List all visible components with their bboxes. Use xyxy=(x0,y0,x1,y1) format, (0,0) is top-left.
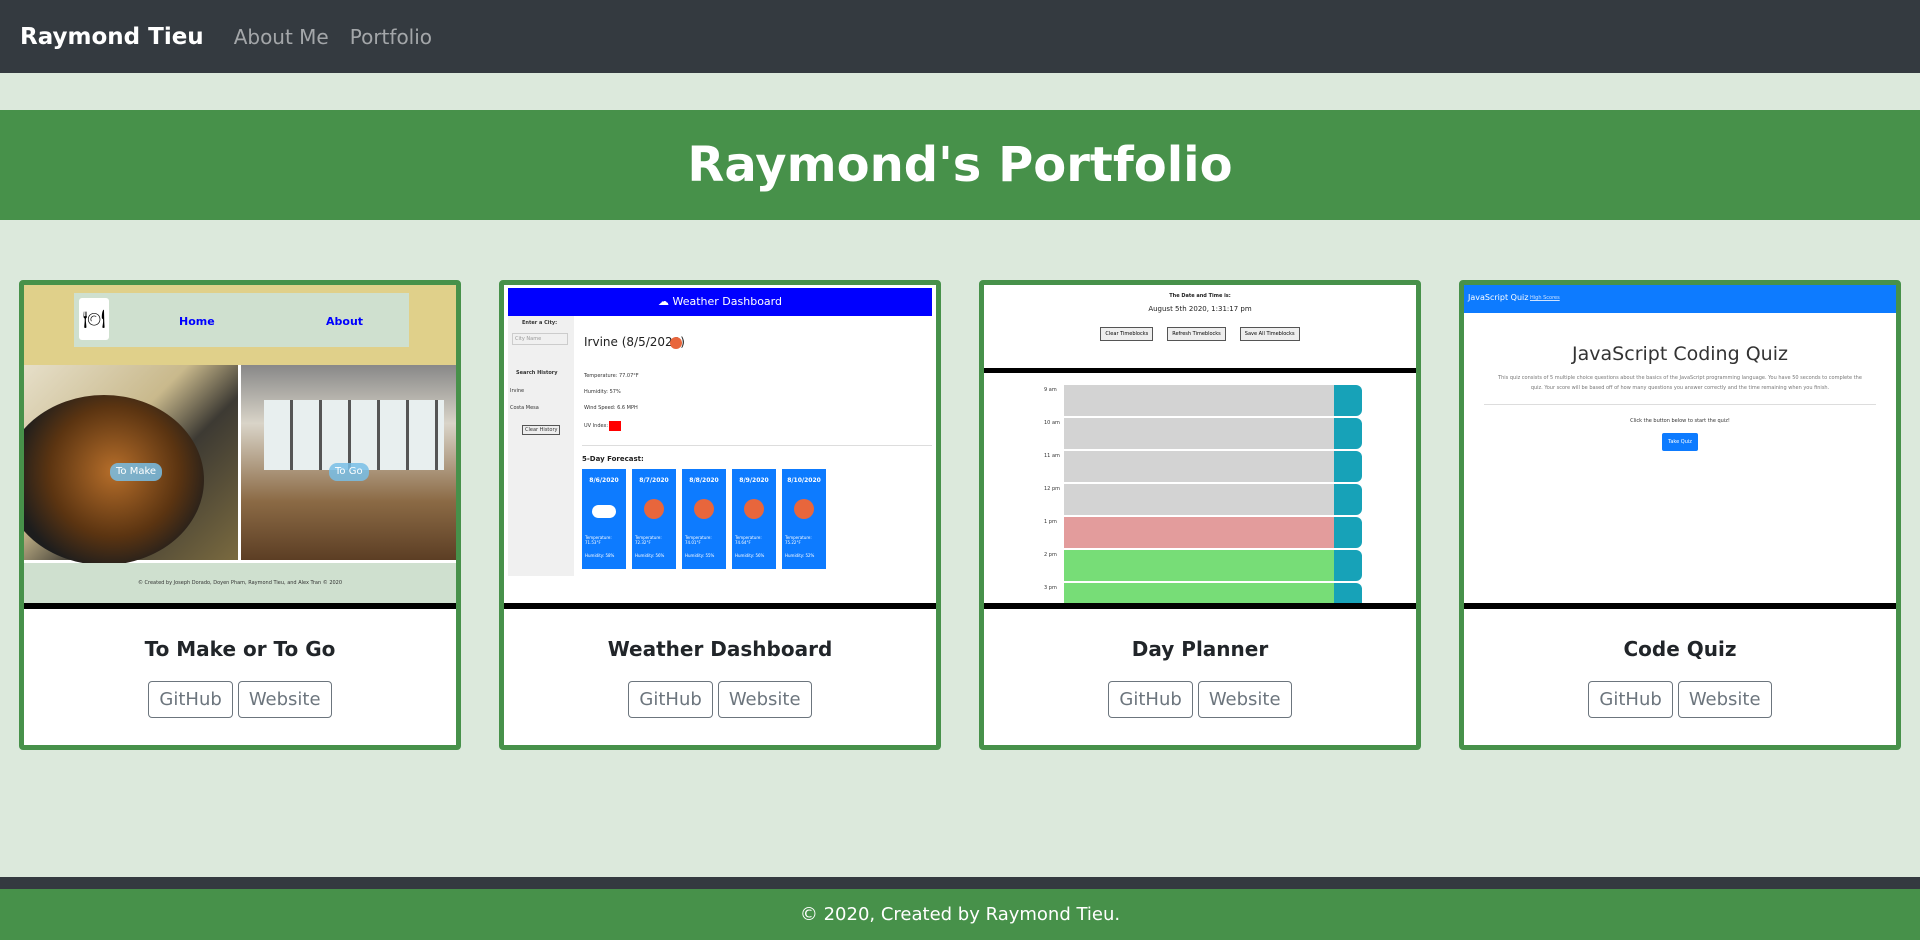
project-screenshot: JavaScript Quiz High Scores JavaScript C… xyxy=(1464,285,1896,607)
navbar: Raymond Tieu About Me Portfolio xyxy=(0,0,1920,73)
thumb-prompt: Click the button below to start the quiz… xyxy=(1630,418,1730,424)
thumb-description: This quiz consists of 5 multiple choice … xyxy=(1498,375,1862,391)
lock-icon xyxy=(1334,385,1362,416)
forecast-card: 8/8/2020 Temperature: 74.01°F Humidity: 5… xyxy=(682,469,726,569)
thumb-stat: Wind Speed: 6.6 MPH xyxy=(584,405,638,411)
hour-label: 10 am xyxy=(1044,420,1060,426)
thumb-to-go-button: To Go xyxy=(329,463,369,481)
website-button[interactable]: Website xyxy=(237,681,332,718)
portfolio-header: Raymond's Portfolio xyxy=(0,110,1920,220)
sun-icon xyxy=(670,337,682,349)
project-title: To Make or To Go xyxy=(144,637,336,661)
thumb-brand: JavaScript Quiz xyxy=(1468,293,1529,302)
cloud-icon xyxy=(592,505,616,518)
project-card-weather-dashboard: ☁ Weather Dashboard Enter a City: City N… xyxy=(499,280,941,750)
footer-divider xyxy=(0,877,1920,889)
forecast-card: 8/9/2020 Temperature: 74.64°F Humidity: 5… xyxy=(732,469,776,569)
footer: © 2020, Created by Raymond Tieu. xyxy=(0,889,1920,940)
hour-label: 1 pm xyxy=(1044,519,1057,525)
lock-icon xyxy=(1334,550,1362,581)
forecast-card: 8/10/2020 Temperature: 75.22°F Humidity: … xyxy=(782,469,826,569)
hour-label: 2 pm xyxy=(1044,552,1057,558)
github-button[interactable]: GitHub xyxy=(1588,681,1673,718)
project-title: Day Planner xyxy=(1131,637,1269,661)
thumb-header: ☁ Weather Dashboard xyxy=(508,288,932,316)
thumb-label: Enter a City: xyxy=(522,320,558,326)
thumb-nav-home: Home xyxy=(179,315,215,328)
nav-link-about-me[interactable]: About Me xyxy=(234,25,329,49)
sun-icon xyxy=(644,499,664,519)
thumb-save-all-button: Save All Timeblocks xyxy=(1239,327,1300,341)
navbar-brand[interactable]: Raymond Tieu xyxy=(20,24,204,50)
thumb-stat: UV Index: xyxy=(584,423,609,429)
hour-label: 3 pm xyxy=(1044,585,1057,591)
logo-icon: 🍽 xyxy=(79,298,109,340)
thumb-label: Search History xyxy=(516,370,558,376)
nav-link-portfolio[interactable]: Portfolio xyxy=(350,25,432,49)
github-button[interactable]: GitHub xyxy=(1108,681,1193,718)
hour-label: 11 am xyxy=(1044,453,1060,459)
project-card-to-make-or-to-go: 🍽 Home About To Make To Go © Created by … xyxy=(19,280,461,750)
project-card-code-quiz: JavaScript Quiz High Scores JavaScript C… xyxy=(1459,280,1901,750)
thumb-title: JavaScript Coding Quiz xyxy=(1572,343,1788,365)
thumb-to-make-button: To Make xyxy=(110,463,163,481)
thumb-high-scores-link: High Scores xyxy=(1530,295,1560,301)
thumb-footer: © Created by Joseph Dorado, Doyen Pham, … xyxy=(24,563,456,603)
page-title: Raymond's Portfolio xyxy=(687,137,1233,193)
hour-label: 9 am xyxy=(1044,387,1057,393)
thumb-date: August 5th 2020, 1:31:17 pm xyxy=(1148,305,1252,313)
thumb-nav-about: About xyxy=(326,315,364,328)
footer-text: © 2020, Created by Raymond Tieu. xyxy=(799,904,1121,925)
thumb-history-item: Irvine xyxy=(510,388,525,394)
website-button[interactable]: Website xyxy=(1197,681,1292,718)
forecast-card: 8/7/2020 Temperature: 72.32°F Humidity: 5… xyxy=(632,469,676,569)
forecast-card: 8/6/2020 Temperature: 71.53°F Humidity: 5… xyxy=(582,469,626,569)
github-button[interactable]: GitHub xyxy=(628,681,713,718)
project-title: Weather Dashboard xyxy=(607,637,833,661)
thumb-take-quiz-button: Take Quiz xyxy=(1662,433,1698,451)
thumb-clear-button: Clear History xyxy=(522,425,561,435)
hour-label: 12 pm xyxy=(1044,486,1060,492)
sun-icon xyxy=(694,499,714,519)
uv-badge xyxy=(609,421,621,431)
project-screenshot: The Date and Time is: August 5th 2020, 1… xyxy=(984,285,1416,607)
thumb-history-item: Costa Mesa xyxy=(510,405,539,411)
website-button[interactable]: Website xyxy=(717,681,812,718)
thumb-clear-button: Clear Timeblocks xyxy=(1100,327,1154,341)
sun-icon xyxy=(794,499,814,519)
thumb-city-input: City Name xyxy=(512,333,568,345)
sun-icon xyxy=(744,499,764,519)
thumb-stat: Temperature: 77.07°F xyxy=(584,373,639,379)
thumb-refresh-button: Refresh Timeblocks xyxy=(1167,327,1226,341)
project-screenshot: 🍽 Home About To Make To Go © Created by … xyxy=(24,285,456,607)
project-title: Code Quiz xyxy=(1623,637,1737,661)
website-button[interactable]: Website xyxy=(1677,681,1772,718)
thumb-forecast-title: 5-Day Forecast: xyxy=(582,455,644,463)
lock-icon xyxy=(1334,451,1362,482)
lock-icon xyxy=(1334,517,1362,548)
thumb-stat: Humidity: 57% xyxy=(584,389,621,395)
lock-icon xyxy=(1334,484,1362,515)
project-card-day-planner: The Date and Time is: August 5th 2020, 1… xyxy=(979,280,1421,750)
lock-icon xyxy=(1334,418,1362,449)
github-button[interactable]: GitHub xyxy=(148,681,233,718)
project-screenshot: ☁ Weather Dashboard Enter a City: City N… xyxy=(504,285,936,607)
thumb-title: The Date and Time is: xyxy=(1169,293,1231,299)
